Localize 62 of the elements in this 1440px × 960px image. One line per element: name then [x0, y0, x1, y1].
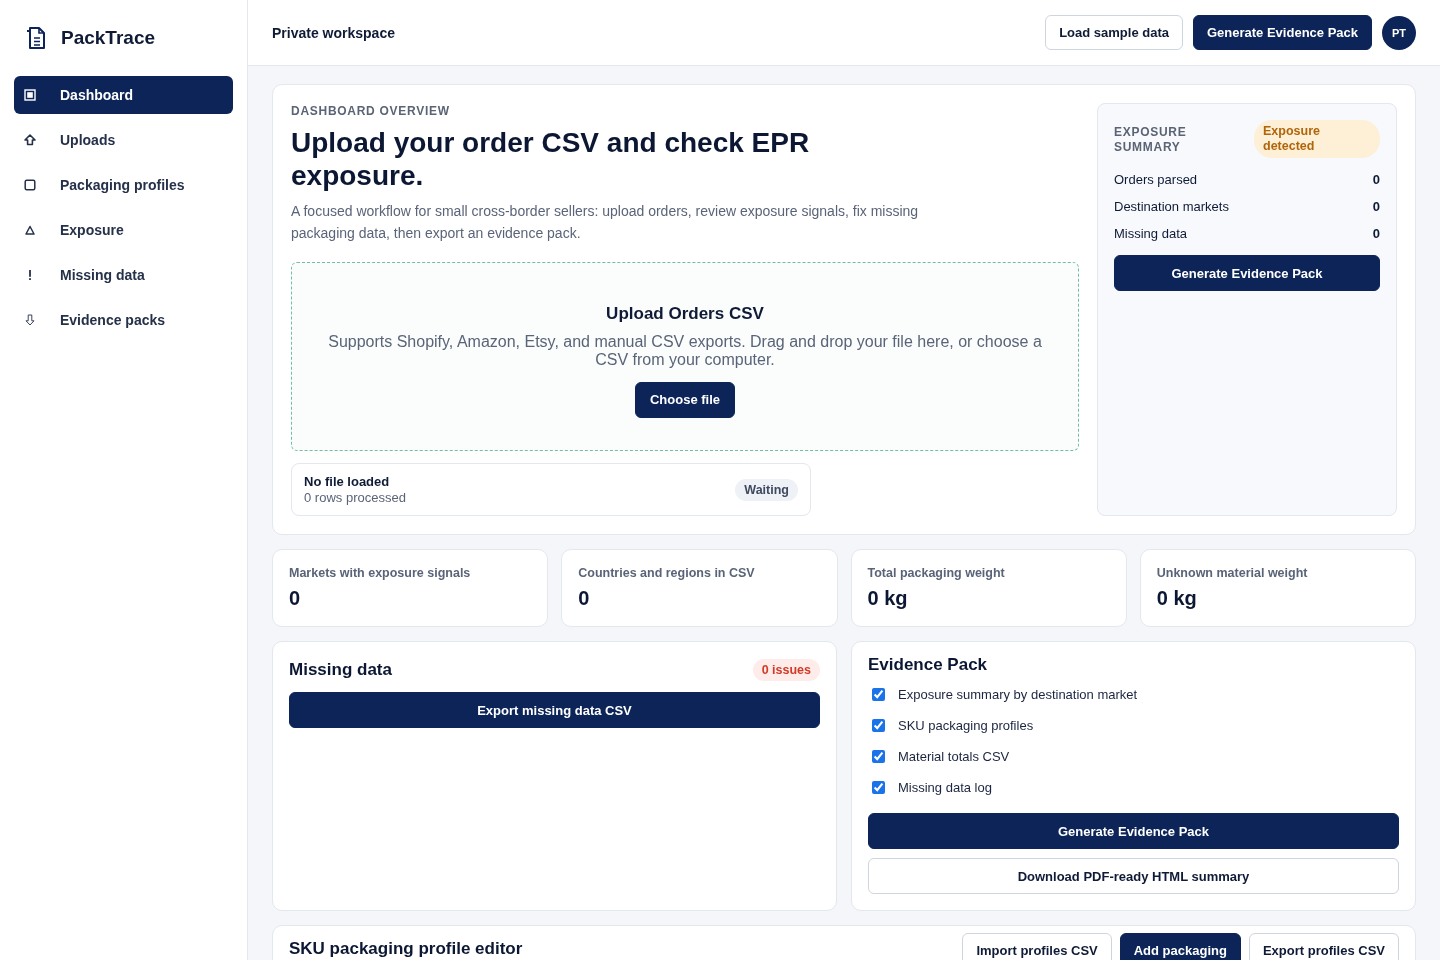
stat-label: Countries and regions in CSV	[578, 566, 756, 580]
stat-value: 0	[578, 587, 591, 610]
section-label: DASHBOARD OVERVIEW	[291, 104, 451, 118]
stat-value: 0 kg	[1156, 587, 1198, 610]
download-button[interactable]: Download PDF-ready HTML summary	[868, 858, 1399, 894]
page-heading: Upload your order CSV and check EPR exposure.	[291, 126, 811, 192]
file-status-title: No file loaded	[304, 474, 391, 489]
stat-value: 0 kg	[867, 587, 909, 610]
upload-dropzone[interactable]: Upload Orders CSV Supports Shopify, Amazon, Etsy, and manual CSV exports. Drag and drop your file here, or choose a CSV from your computer. Choose file	[291, 262, 1079, 451]
stat-label: Total packaging weight	[867, 566, 1006, 580]
issues-badge: 0 issues	[752, 659, 820, 681]
summary-value: 0	[1372, 226, 1380, 241]
rows-processed-text: 0 rows processed	[304, 490, 406, 505]
checkbox[interactable]	[872, 750, 885, 763]
nav-item[interactable]: Uploads	[14, 121, 233, 159]
panel-title: EXPOSURE SUMMARY	[1114, 125, 1188, 155]
nav-item[interactable]: Dashboard	[14, 76, 233, 114]
checkbox-label: Material totals CSV	[898, 749, 1010, 764]
checkbox-label: Missing data log	[898, 780, 992, 795]
card-title: Evidence Pack	[868, 655, 989, 675]
add-button[interactable]: Add packaging	[1119, 933, 1241, 960]
profiles-csv-button[interactable]: Export profiles CSV	[1248, 933, 1399, 960]
generate-button[interactable]: Generate Evidence Pack	[1192, 15, 1372, 50]
load-sample-button[interactable]: Load sample data	[1045, 15, 1183, 50]
profiles-csv-button[interactable]: Import profiles CSV	[962, 933, 1112, 960]
stat-label: Unknown material weight	[1156, 566, 1309, 580]
checkbox-label: Exposure summary by destination market	[898, 687, 1138, 702]
status-badge: Waiting	[735, 478, 798, 501]
checkbox[interactable]	[872, 688, 885, 701]
nav-item[interactable]: Packaging profiles	[14, 166, 233, 204]
checkbox-label: SKU packaging profiles	[898, 718, 1034, 733]
page-description: A focused workflow for small cross-border sellers: upload orders, review exposure signals, fix missing packaging data, then export an evidence pack.	[291, 202, 920, 243]
summary-label: Missing data	[1114, 226, 1187, 241]
workspace-title: Private workspace	[272, 24, 395, 41]
dropzone-title: Upload Orders CSV	[606, 303, 764, 324]
choose-file-button[interactable]: Choose file	[634, 381, 736, 418]
square-icon	[24, 89, 36, 101]
export-button[interactable]: Export missing data CSV	[289, 692, 820, 728]
nav-item[interactable]: Exposure	[14, 211, 233, 249]
summary-label: Orders parsed	[1114, 172, 1198, 187]
stat-label: Markets with exposure signals	[289, 566, 472, 580]
brand-name: PackTrace	[61, 27, 156, 49]
up-arrow-icon	[24, 134, 36, 146]
card-title: SKU packaging profile editor	[289, 939, 523, 959]
stat-value: 0	[289, 587, 302, 610]
triangle-icon	[24, 224, 36, 236]
dropzone-description: Supports Shopify, Amazon, Etsy, and manual CSV exports. Drag and drop your file here, or choose a CSV from your computer.	[327, 332, 1043, 369]
card-title: Missing data	[289, 660, 392, 680]
nav-item[interactable]: Evidence packs	[14, 301, 233, 339]
nav-item[interactable]: Missing data	[14, 256, 233, 294]
checkbox[interactable]	[872, 781, 885, 794]
summary-label: Destination markets	[1114, 199, 1229, 214]
square-outline-icon	[24, 179, 36, 191]
generate-button[interactable]: Generate Evidence Pack	[868, 813, 1399, 849]
status-badge: Exposure detected	[1254, 120, 1380, 158]
checkbox[interactable]	[872, 719, 885, 732]
down-arrow-icon	[24, 314, 36, 326]
summary-value: 0	[1372, 172, 1380, 187]
document-icon	[25, 26, 47, 50]
avatar[interactable]: PT	[1382, 15, 1416, 50]
summary-value: 0	[1372, 199, 1380, 214]
generate-button[interactable]: Generate Evidence Pack	[1114, 255, 1380, 291]
